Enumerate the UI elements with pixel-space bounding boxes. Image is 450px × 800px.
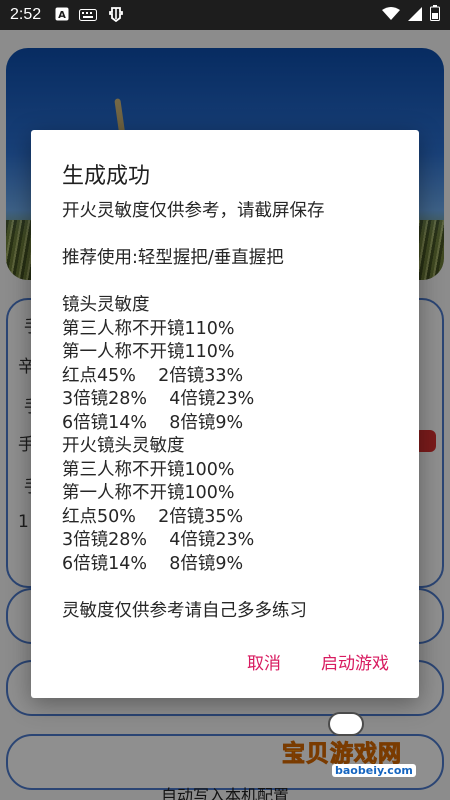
dialog-line: 6倍镜14% 8倍镜9% [62,553,244,574]
dialog-line: 第三人称不开镜110% [62,318,235,339]
status-time: 2:52 [10,6,42,23]
watermark-url: baobeiy.com [332,764,416,777]
dialog-line: 3倍镜28% 4倍镜23% [62,389,255,409]
status-bar: 2:52 A [0,0,450,30]
watermark-text: 宝贝游戏网 [282,741,402,768]
dialog-line: 第三人称不开镜100% [62,459,235,480]
dialog-line [62,224,402,248]
cancel-button[interactable]: 取消 [247,649,281,674]
dialog-line [62,576,402,600]
dialog-line: 开火灵敏度仅供参考，请截屏保存 [62,201,325,221]
result-dialog: 生成成功 开火灵敏度仅供参考，请截屏保存 推荐使用:轻型握把/垂直握把 镜头灵敏… [31,130,419,698]
keyboard-icon [79,6,98,25]
dialog-line: 3倍镜28% 4倍镜23% [62,530,255,550]
launch-game-button[interactable]: 启动游戏 [321,649,389,674]
dialog-line: 红点50% 2倍镜35% [62,506,244,527]
dialog-line: 红点45% 2倍镜33% [62,365,244,386]
dialog-line: 推荐使用:轻型握把/垂直握把 [62,248,284,268]
battery-icon [430,5,440,25]
bug-icon [107,4,125,26]
dialog-line: 开火镜头灵敏度 [62,436,185,456]
watermark-logo: 宝贝游戏网 baobeiy.com [282,708,448,778]
dialog-line: 第一人称不开镜110% [62,342,235,362]
signal-icon [408,6,422,25]
dialog-actions: 取消 启动游戏 [247,649,389,674]
dialog-title: 生成成功 [62,164,151,189]
dialog-line: 第一人称不开镜100% [62,483,235,503]
dialog-line: 灵敏度仅供参考请自己多多练习 [62,600,307,621]
svg-text:A: A [58,10,66,21]
app-a-icon: A [55,6,69,25]
dialog-line: 镜头灵敏度 [62,295,150,315]
wifi-icon [382,6,400,25]
dialog-line: 6倍镜14% 8倍镜9% [62,412,244,433]
dialog-line [62,271,402,295]
dialog-message: 开火灵敏度仅供参考，请截屏保存 推荐使用:轻型握把/垂直握把 镜头灵敏度 第三人… [62,200,402,623]
gamepad-icon [328,712,364,736]
